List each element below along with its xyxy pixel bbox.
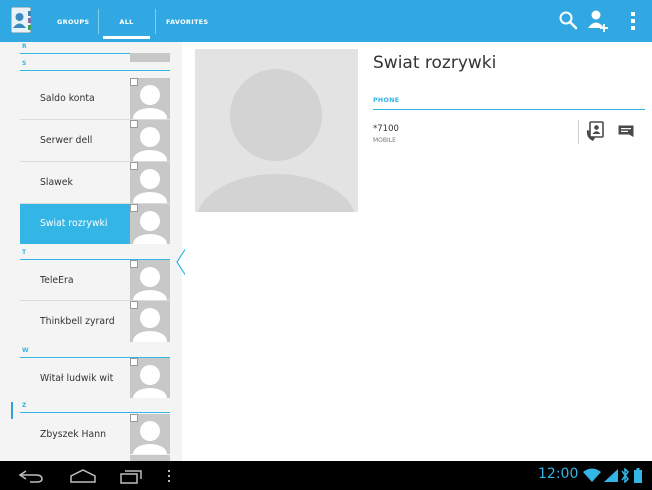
contact-photo[interactable] — [130, 260, 170, 300]
contact-item-slawek[interactable]: Slawek — [20, 162, 170, 204]
section-header-label: R — [22, 43, 27, 50]
contacts-app-icon[interactable] — [11, 7, 31, 33]
contact-item-thinkbell-zyrard[interactable]: Thinkbell zyrard — [20, 301, 170, 342]
fast-scroll-thumb[interactable] — [11, 402, 13, 419]
add-contact-icon[interactable] — [587, 8, 609, 32]
menu-icon[interactable] — [166, 469, 172, 483]
recent-apps-icon[interactable] — [119, 468, 143, 484]
quick-contact-badge — [130, 301, 138, 309]
sms-icon[interactable] — [618, 125, 634, 137]
contact-name: Slawek — [40, 177, 73, 188]
action-bar: GROUPS ALL FAVORITES — [0, 0, 652, 42]
contact-photo[interactable] — [130, 358, 170, 398]
selection-indicator — [176, 248, 185, 276]
contact-name-title: Swiat rozrywki — [373, 53, 497, 73]
tab-divider — [98, 9, 99, 34]
quick-contact-badge — [130, 162, 138, 170]
section-header-phone: PHONE — [373, 95, 645, 110]
contact-name: Serwer dell — [40, 135, 93, 146]
contact-item-swiat-rozrywki[interactable]: Swiat rozrywki — [20, 204, 170, 244]
contact-name: Thinkbell zyrard — [40, 316, 115, 327]
contact-photo[interactable] — [130, 414, 170, 454]
quick-contact-badge — [130, 204, 138, 212]
sync-icon — [621, 468, 629, 483]
signal-icon — [604, 469, 618, 482]
quick-contact-badge — [130, 260, 138, 268]
contact-item-wital-ludwik-wit[interactable]: Witał ludwik wit — [20, 358, 170, 398]
tab-favorites[interactable]: FAVORITES — [166, 0, 208, 42]
section-header-label: Z — [22, 402, 27, 409]
back-icon[interactable] — [18, 469, 44, 483]
system-navigation-bar: 12:00 — [0, 461, 652, 490]
section-header-s: S — [20, 53, 170, 71]
quick-contact-badge — [130, 78, 138, 86]
call-icon[interactable] — [586, 121, 605, 142]
phone-type: MOBILE — [373, 137, 396, 144]
contact-item-zbyszek-hann[interactable]: Zbyszek Hann — [20, 414, 170, 454]
contact-photo[interactable] — [130, 162, 170, 203]
overflow-menu-icon[interactable] — [628, 10, 638, 32]
wifi-icon — [583, 468, 601, 482]
contact-detail: Swiat rozrywki PHONE *7100 MOBILE — [185, 42, 652, 461]
section-header-z: Z — [20, 398, 170, 413]
contact-item-serwer-dell[interactable]: Serwer dell — [20, 120, 170, 162]
contact-photo[interactable] — [130, 120, 170, 161]
search-icon[interactable] — [558, 10, 578, 30]
battery-icon — [634, 468, 642, 483]
tab-selected-indicator — [103, 36, 150, 39]
contact-name: TeleEra — [40, 275, 74, 286]
section-header-label: T — [22, 249, 27, 256]
contact-photo-large[interactable] — [195, 49, 358, 212]
section-header-label: PHONE — [373, 97, 400, 104]
contact-item-saldo-konta[interactable]: Saldo konta — [20, 78, 170, 120]
contact-photo[interactable] — [130, 301, 170, 342]
contact-name: Saldo konta — [40, 93, 95, 104]
divider — [578, 120, 579, 144]
contact-item-teleera[interactable]: TeleEra — [20, 260, 170, 301]
contact-name: Zbyszek Hann — [40, 429, 107, 440]
contact-photo[interactable] — [130, 78, 170, 119]
tab-divider — [155, 9, 156, 34]
contact-photo[interactable] — [130, 204, 170, 244]
home-icon[interactable] — [69, 469, 97, 483]
clock[interactable]: 12:00 — [538, 466, 578, 482]
contact-name: Swiat rozrywki — [40, 218, 108, 229]
section-header-label: S — [22, 60, 27, 67]
section-header-t: T — [20, 244, 170, 260]
quick-contact-badge — [130, 120, 138, 128]
tab-groups[interactable]: GROUPS — [57, 0, 89, 42]
section-header-label: W — [22, 347, 29, 354]
contact-list[interactable]: R S Saldo konta Serwer dell Slawek Swiat — [0, 42, 185, 461]
quick-contact-badge — [130, 358, 138, 366]
phone-number[interactable]: *7100 — [373, 124, 399, 134]
quick-contact-badge — [130, 414, 138, 422]
section-header-w: W — [20, 342, 170, 358]
contact-name: Witał ludwik wit — [40, 373, 114, 384]
